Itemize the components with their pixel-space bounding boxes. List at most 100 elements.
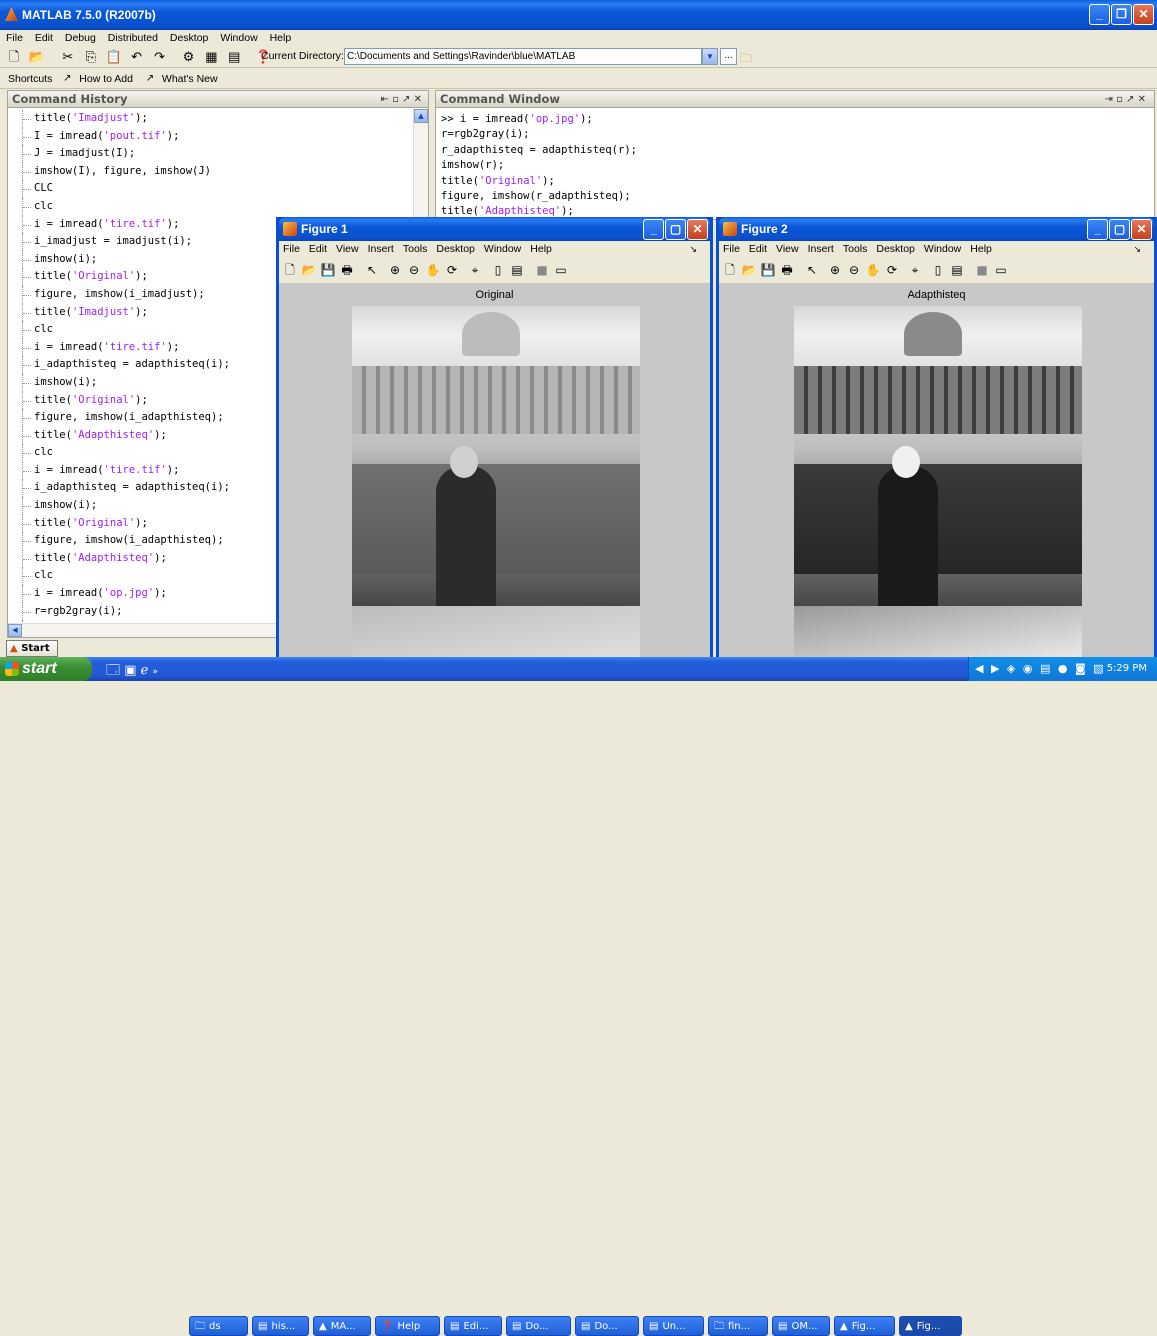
tray-icons[interactable]: ◀ ▶ ◈ ◉ ▤ ● ◙ ▧ [975,657,1106,681]
history-entry[interactable]: I = imread('pout.tif'); [8,127,413,146]
hide-plot-tools-icon[interactable]: ■ [973,261,991,279]
figure-menu-help[interactable]: Help [970,243,992,255]
menu-help[interactable]: Help [270,32,292,44]
show-plot-tools-icon[interactable]: ▭ [552,261,570,279]
command-line[interactable]: r_adapthisteq = adapthisteq(r); [441,143,1141,158]
save-icon[interactable]: 💾 [319,261,337,279]
open-file-icon[interactable]: 📂 [300,261,318,279]
command-line[interactable]: >> i = imread('op.jpg'); [441,112,1141,127]
dock-arrow-icon[interactable]: ↘ [1133,241,1141,258]
history-entry[interactable]: title('Imadjust'); [8,110,413,128]
taskbar-task[interactable]: ▤ Do... [575,1316,639,1336]
taskbar-task[interactable]: 🗀 fin... [708,1316,768,1336]
command-line[interactable]: imshow(r); [441,158,1141,173]
history-entry[interactable]: J = imadjust(I); [8,145,413,163]
current-directory-field[interactable]: C:\Documents and Settings\Ravinder\blue\… [344,48,702,65]
figure-menu-tools[interactable]: Tools [403,243,428,255]
taskbar-task[interactable]: ▲ MA... [313,1316,371,1336]
paste-icon[interactable]: 📋 [106,49,122,65]
how-to-add-link[interactable]: How to Add [79,73,133,85]
zoom-out-icon[interactable]: ⊖ [405,261,423,279]
history-entry[interactable]: imshow(I), figure, imshow(J) [8,162,413,181]
new-figure-icon[interactable]: 🗋 [721,261,739,279]
print-icon[interactable]: 🖶 [338,261,356,279]
whats-new-link[interactable]: What's New [162,73,218,85]
dock-arrow-icon[interactable]: ↘ [689,241,697,258]
taskbar-task[interactable]: ▤ Do... [506,1316,571,1336]
more-icon[interactable]: » [153,667,159,677]
colorbar-icon[interactable]: ▯ [929,261,947,279]
show-plot-tools-icon[interactable]: ▭ [992,261,1010,279]
menu-edit[interactable]: Edit [35,32,53,44]
pane-controls-icon[interactable]: ⇥ ▫ ↗ ✕ [1105,91,1146,108]
data-cursor-icon[interactable]: ⌖ [906,261,924,279]
menu-window[interactable]: Window [220,32,257,44]
rotate-icon[interactable]: ⟳ [883,261,901,279]
history-entry[interactable]: clc [8,197,413,216]
zoom-out-icon[interactable]: ⊖ [845,261,863,279]
minimize-button[interactable]: _ [1087,219,1108,240]
data-cursor-icon[interactable]: ⌖ [466,261,484,279]
dropdown-arrow-icon[interactable]: ▼ [702,48,718,65]
undo-icon[interactable]: ↶ [129,49,145,65]
start-button[interactable]: ▲ Start [6,640,58,657]
taskbar-task[interactable]: ▤ OM... [772,1316,830,1336]
guide-icon[interactable]: ▦ [203,49,219,65]
colorbar-icon[interactable]: ▯ [489,261,507,279]
minimize-button[interactable]: _ [643,219,664,240]
start-menu-button[interactable]: start [0,657,92,681]
minimize-button[interactable]: _ [1089,4,1110,25]
figure-menu-view[interactable]: View [336,243,359,255]
figure-menu-edit[interactable]: Edit [749,243,767,255]
pan-icon[interactable]: ✋ [864,261,882,279]
figure-menu-help[interactable]: Help [530,243,552,255]
open-file-icon[interactable]: 📂 [740,261,758,279]
taskbar-task[interactable]: ▤ Un... [643,1316,704,1336]
figure-menu-file[interactable]: File [283,243,300,255]
figure-menu-insert[interactable]: Insert [808,243,834,255]
figure-menu-edit[interactable]: Edit [309,243,327,255]
select-arrow-icon[interactable]: ↖ [363,261,381,279]
rotate-icon[interactable]: ⟳ [443,261,461,279]
close-button[interactable]: ✕ [687,219,708,240]
figure-menu-view[interactable]: View [776,243,799,255]
new-file-icon[interactable]: 🗋 [6,49,22,65]
close-button[interactable]: ✕ [1133,4,1154,25]
app-icon[interactable]: ▣ [124,663,136,678]
zoom-in-icon[interactable]: ⊕ [386,261,404,279]
maximize-button[interactable]: ▢ [665,219,686,240]
new-figure-icon[interactable]: 🗋 [281,261,299,279]
cut-icon[interactable]: ✂ [60,49,76,65]
figure-menu-desktop[interactable]: Desktop [436,243,475,255]
browse-folder-button[interactable]: ... [720,48,737,65]
command-line[interactable]: figure, imshow(r_adapthisteq); [441,189,1141,204]
menu-file[interactable]: File [6,32,23,44]
menu-debug[interactable]: Debug [65,32,96,44]
maximize-button[interactable]: ❐ [1111,4,1132,25]
hide-plot-tools-icon[interactable]: ■ [533,261,551,279]
taskbar-task[interactable]: 🗀 ds [189,1316,248,1336]
print-icon[interactable]: 🖶 [778,261,796,279]
browser-icon[interactable]: ℯ [141,663,149,678]
command-line[interactable]: r=rgb2gray(i); [441,127,1141,142]
figure-menu-window[interactable]: Window [484,243,521,255]
figure-menu-window[interactable]: Window [924,243,961,255]
redo-icon[interactable]: ↷ [152,49,168,65]
maximize-button[interactable]: ▢ [1109,219,1130,240]
up-folder-icon[interactable]: 🗀 [740,49,752,70]
taskbar-task[interactable]: ▲ Fig... [899,1316,962,1336]
menu-distributed[interactable]: Distributed [108,32,158,44]
profiler-icon[interactable]: ▤ [226,49,242,65]
simulink-icon[interactable]: ⚙ [180,49,196,65]
pane-controls-icon[interactable]: ⇤ ▫ ↗ ✕ [381,91,422,108]
legend-icon[interactable]: ▤ [508,261,526,279]
close-button[interactable]: ✕ [1131,219,1152,240]
select-arrow-icon[interactable]: ↖ [803,261,821,279]
figure-menu-tools[interactable]: Tools [843,243,868,255]
save-icon[interactable]: 💾 [759,261,777,279]
open-file-icon[interactable]: 📂 [29,49,45,65]
history-entry[interactable]: CLC [8,180,413,198]
pan-icon[interactable]: ✋ [424,261,442,279]
desktop-icon[interactable]: 🗔 [106,663,120,678]
taskbar-task[interactable]: ▤ his... [252,1316,309,1336]
